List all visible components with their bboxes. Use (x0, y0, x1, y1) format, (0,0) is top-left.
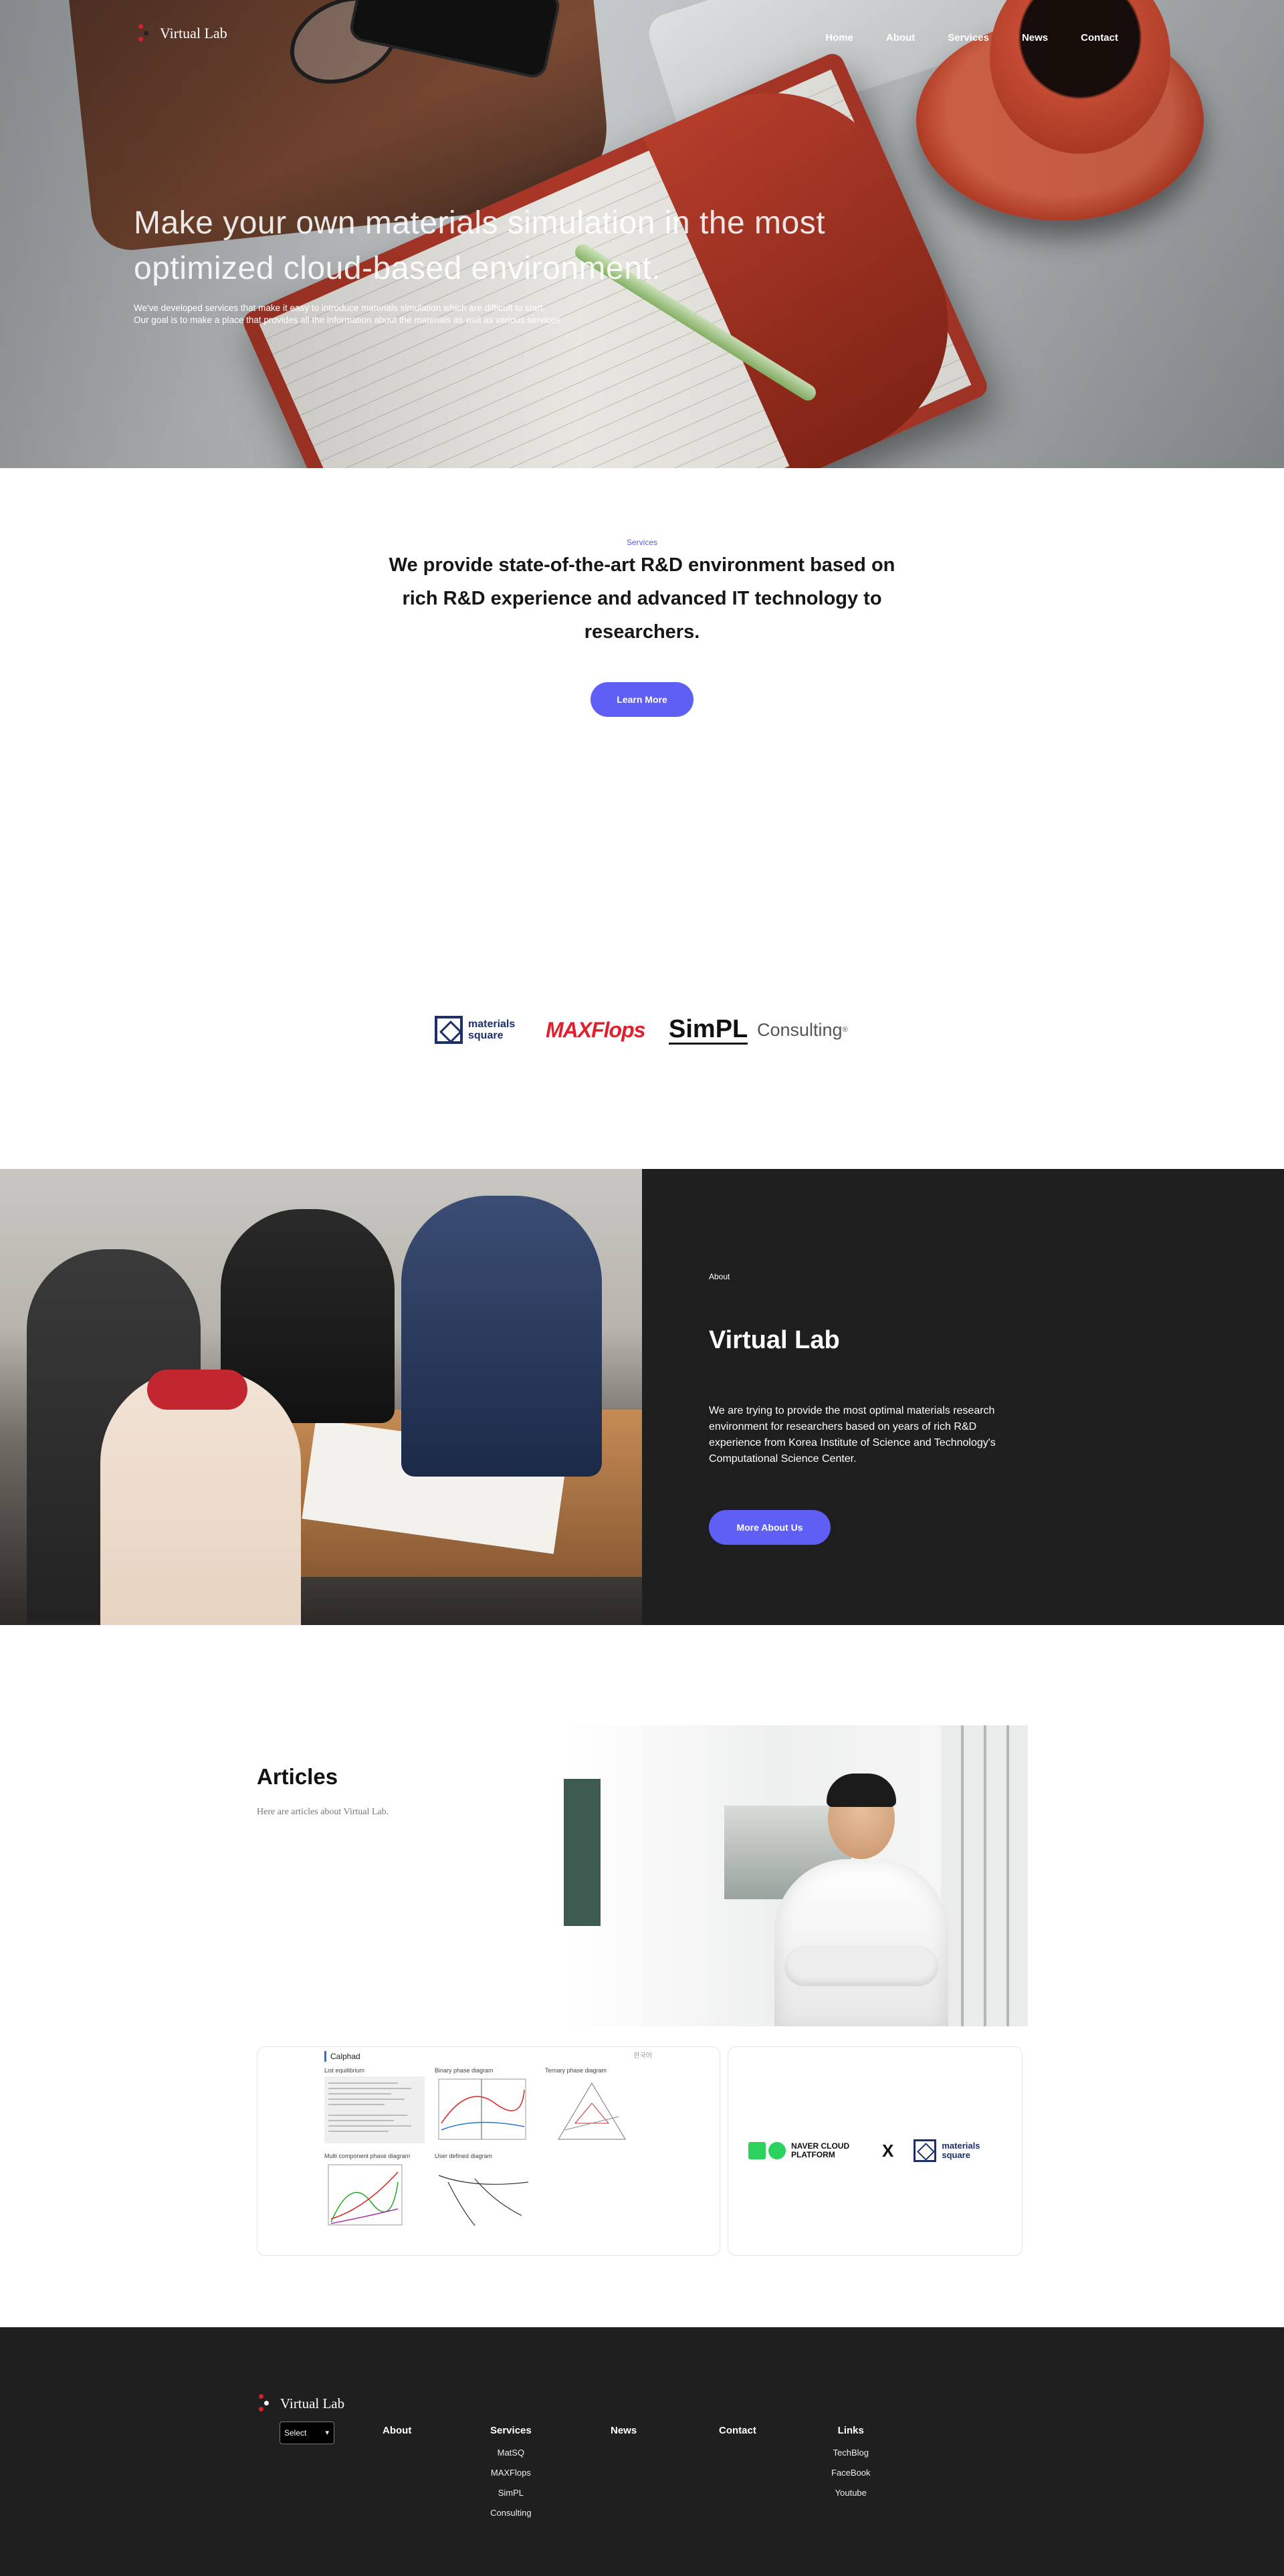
about-panel: About Virtual Lab We are trying to provi… (642, 1169, 1284, 1625)
chevron-down-icon: ▾ (325, 2429, 329, 2437)
articles-subtitle: Here are articles about Virtual Lab. (257, 1807, 389, 1817)
footer-brand-logo[interactable]: Virtual Lab (257, 2394, 344, 2413)
about-title: Virtual Lab (709, 1326, 840, 1354)
logo-icon (257, 2394, 272, 2413)
materials-square-label: materials square (468, 1018, 516, 1041)
footer-col-services: Services MatSQ MAXFlops SimPL Consulting (490, 2425, 532, 2523)
footer-links[interactable]: Links (831, 2425, 871, 2436)
hero-section: Virtual Lab Home About Services News Con… (0, 0, 1284, 468)
calphad-header-right: 한국어 (633, 2052, 652, 2060)
footer-link-simpl[interactable]: SimPL (490, 2483, 532, 2503)
about-photo (0, 1169, 642, 1625)
plot-multi-component-phase-diagram: Multi component phase diagram (324, 2153, 425, 2232)
footer-link-techblog[interactable]: TechBlog (831, 2443, 871, 2463)
about-text: We are trying to provide the most optima… (709, 1405, 996, 1465)
footer-about[interactable]: About (383, 2425, 411, 2436)
plot-user-defined-diagram: User defined diagram (435, 2153, 535, 2232)
simpl-logo[interactable]: SimPL (669, 1010, 748, 1050)
naver-label: NAVER CLOUD PLATFORM (791, 2141, 850, 2159)
about-kicker: About (709, 1272, 730, 1281)
simpl-label: SimPL (669, 1014, 748, 1045)
plot-list-equilibrium: List equilibrium (324, 2067, 425, 2146)
materials-square-label: materials square (942, 2141, 980, 2160)
footer-col-about: About (383, 2425, 411, 2443)
nav-about[interactable]: About (886, 32, 915, 43)
footer-contact[interactable]: Contact (719, 2425, 756, 2436)
footer-link-facebook[interactable]: FaceBook (831, 2463, 871, 2483)
nav-contact[interactable]: Contact (1081, 32, 1118, 43)
plot-ternary-phase-diagram: Ternary phase diagram (545, 2067, 645, 2146)
nav-services[interactable]: Services (948, 32, 989, 43)
services-heading: We provide state-of-the-art R&D environm… (389, 554, 895, 643)
footer-link-consulting[interactable]: Consulting (490, 2503, 532, 2523)
footer-services[interactable]: Services (490, 2425, 532, 2436)
hero-subtitle-line-1: We've developed services that make it ea… (134, 303, 546, 313)
naver-cloud-icon (748, 2142, 786, 2159)
services-kicker: Services (626, 538, 657, 547)
footer-col-contact: Contact (719, 2425, 756, 2443)
more-about-us-button[interactable]: More About Us (709, 1510, 831, 1545)
footer-news[interactable]: News (611, 2425, 637, 2436)
learn-more-button[interactable]: Learn More (591, 682, 693, 717)
maxflops-label: MAXFlops (546, 1017, 645, 1042)
brand-logo[interactable]: Virtual Lab (137, 24, 227, 43)
articles-title: Articles (257, 1764, 338, 1789)
calphad-preview: Calphad 한국어 List equilibrium Binary phas… (324, 2051, 652, 2252)
partner-logos: materials square MAXFlops SimPL Consulti… (435, 1010, 849, 1050)
nav-home[interactable]: Home (825, 32, 853, 43)
article-photo[interactable] (564, 1725, 1028, 2026)
footer-brand-name: Virtual Lab (280, 2395, 345, 2411)
article-card-calphad[interactable]: Calphad 한국어 List equilibrium Binary phas… (257, 2046, 720, 2256)
footer-col-news: News (611, 2425, 637, 2443)
footer: Virtual Lab Select ▾ About Services MatS… (0, 2327, 1284, 2576)
consulting-logo[interactable]: Consulting ® (757, 1010, 848, 1050)
hero-subtitle: We've developed services that make it ea… (134, 302, 802, 326)
footer-link-matsq[interactable]: MatSQ (490, 2443, 532, 2463)
language-select[interactable]: Select ▾ (280, 2422, 334, 2444)
materials-square-icon (435, 1016, 463, 1044)
calphad-header: Calphad (330, 2052, 360, 2061)
brand-name: Virtual Lab (160, 25, 227, 41)
hero-title: Make your own materials simulation in th… (134, 205, 826, 286)
footer-col-links: Links TechBlog FaceBook Youtube (831, 2425, 871, 2503)
materials-square-icon (914, 2139, 937, 2162)
plot-binary-phase-diagram: Binary phase diagram (435, 2067, 535, 2146)
x-mark: X (882, 2140, 894, 2161)
article-card-naver[interactable]: NAVER CLOUD PLATFORM X materials square (728, 2046, 1023, 2256)
hero-subtitle-line-2: Our goal is to make a place that provide… (134, 315, 563, 325)
naver-partnership: NAVER CLOUD PLATFORM X materials square (748, 2139, 1002, 2162)
footer-link-youtube[interactable]: Youtube (831, 2483, 871, 2503)
consulting-label: Consulting (757, 1019, 843, 1040)
top-nav: Home About Services News Contact (825, 32, 1118, 43)
materials-square-logo[interactable]: materials square (435, 1010, 522, 1050)
footer-link-maxflops[interactable]: MAXFlops (490, 2463, 532, 2483)
logo-icon (137, 24, 152, 43)
nav-news[interactable]: News (1022, 32, 1048, 43)
maxflops-logo[interactable]: MAXFlops (546, 1010, 645, 1050)
